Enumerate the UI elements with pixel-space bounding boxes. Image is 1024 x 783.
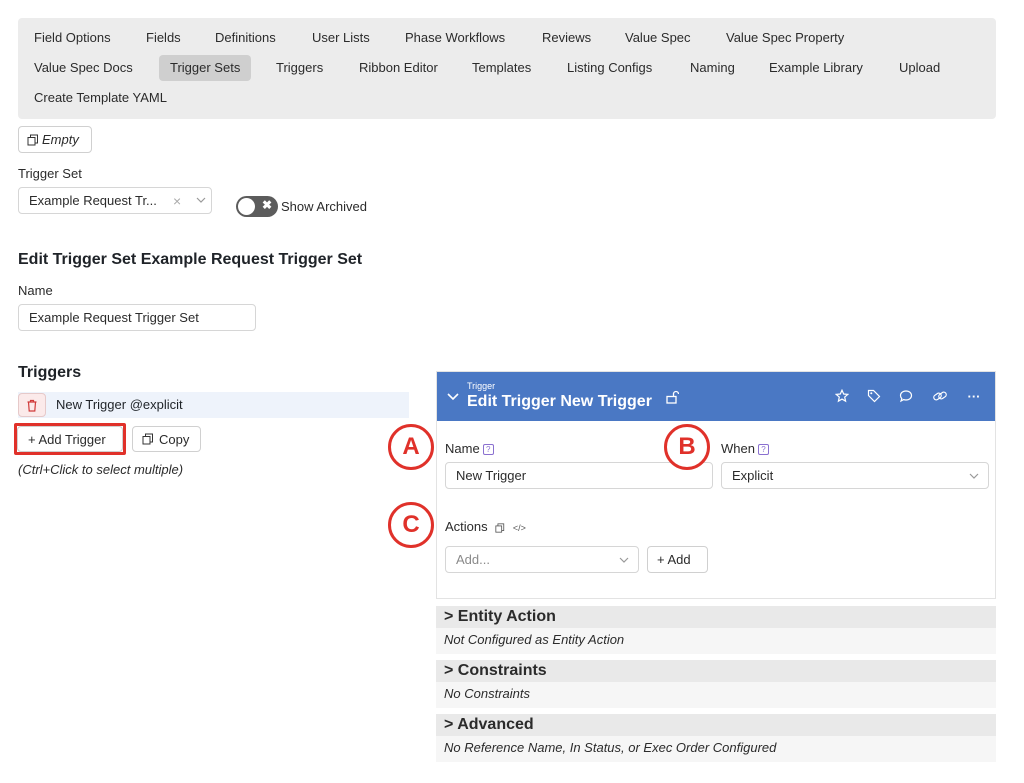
panel-name-label-wrap: Name?	[445, 441, 494, 456]
nav-value-spec[interactable]: Value Spec	[614, 25, 702, 51]
nav-value-spec-docs[interactable]: Value Spec Docs	[23, 55, 144, 81]
copy-button-label: Copy	[159, 431, 190, 447]
help-icon[interactable]: ?	[757, 444, 769, 456]
nav-triggers[interactable]: Triggers	[265, 55, 334, 81]
constraints-subtitle: No Constraints	[436, 682, 996, 708]
trigger-set-select[interactable]: Example Request Tr... ×	[18, 187, 212, 214]
panel-name-label: Name	[445, 441, 480, 456]
show-archived-label: Show Archived	[281, 199, 367, 214]
annotation-badge-a: A	[388, 424, 434, 470]
trigger-set-label: Trigger Set	[18, 166, 82, 181]
trigger-list-item[interactable]: New Trigger @explicit	[18, 392, 409, 418]
more-options-icon[interactable]: ···	[964, 386, 984, 406]
nav-value-spec-property[interactable]: Value Spec Property	[715, 25, 855, 51]
advanced-subtitle: No Reference Name, In Status, or Exec Or…	[436, 736, 996, 762]
chevron-down-icon	[195, 194, 207, 209]
trigger-set-name-input[interactable]: Example Request Trigger Set	[18, 304, 256, 331]
add-action-label: + Add	[657, 552, 691, 567]
entity-action-section: > Entity Action Not Configured as Entity…	[436, 606, 996, 654]
nav-phase-workflows[interactable]: Phase Workflows	[394, 25, 516, 51]
nav-definitions[interactable]: Definitions	[204, 25, 287, 51]
trigger-item-label: New Trigger @explicit	[56, 397, 183, 412]
panel-small-label: Trigger	[467, 381, 496, 391]
nav-trigger-sets[interactable]: Trigger Sets	[159, 55, 252, 81]
copy-button[interactable]: Copy	[132, 426, 201, 452]
trigger-set-value: Example Request Tr...	[29, 193, 157, 208]
delete-trigger-button[interactable]	[18, 393, 46, 417]
triggers-heading: Triggers	[18, 364, 82, 381]
advanced-header[interactable]: > Advanced	[436, 714, 996, 736]
clear-icon[interactable]: ×	[173, 193, 181, 209]
nav-listing-configs[interactable]: Listing Configs	[556, 55, 663, 81]
nav-field-options[interactable]: Field Options	[23, 25, 122, 51]
nav-templates[interactable]: Templates	[461, 55, 542, 81]
nav-fields[interactable]: Fields	[135, 25, 192, 51]
edit-trigger-set-heading: Edit Trigger Set Example Request Trigger…	[18, 251, 363, 268]
advanced-section: > Advanced No Reference Name, In Status,…	[436, 714, 996, 762]
empty-button-label: Empty	[42, 132, 79, 147]
edit-trigger-panel: Trigger Edit Trigger New Trigger ··· Nam…	[436, 371, 996, 599]
entity-action-header[interactable]: > Entity Action	[436, 606, 996, 628]
panel-when-label-wrap: When?	[721, 441, 769, 456]
trigger-name-input[interactable]: New Trigger	[445, 462, 713, 489]
actions-select[interactable]: Add...	[445, 546, 639, 573]
name-label: Name	[18, 283, 53, 298]
copy-icon	[27, 134, 39, 146]
when-value: Explicit	[732, 468, 774, 483]
chevron-down-icon	[968, 470, 980, 482]
copy-icon[interactable]	[495, 522, 505, 533]
link-icon[interactable]	[930, 386, 950, 406]
when-select[interactable]: Explicit	[721, 462, 989, 489]
x-icon: ✖	[261, 198, 272, 212]
tag-icon[interactable]	[864, 386, 884, 406]
trash-icon	[26, 399, 38, 412]
actions-label: Actions	[445, 519, 488, 534]
actions-label-wrap: Actions </>	[445, 519, 526, 534]
panel-title: Edit Trigger New Trigger	[467, 393, 652, 410]
help-icon[interactable]: ?	[482, 444, 494, 456]
top-nav: Field Options Fields Definitions User Li…	[18, 18, 996, 119]
nav-naming[interactable]: Naming	[679, 55, 746, 81]
nav-ribbon-editor[interactable]: Ribbon Editor	[348, 55, 449, 81]
chevron-down-icon	[618, 554, 630, 566]
add-trigger-highlight	[14, 423, 126, 455]
panel-header: Trigger Edit Trigger New Trigger ···	[437, 372, 995, 421]
annotation-badge-b: B	[664, 424, 710, 470]
nav-example-library[interactable]: Example Library	[758, 55, 874, 81]
nav-create-template-yaml[interactable]: Create Template YAML	[23, 85, 178, 111]
actions-placeholder: Add...	[456, 552, 490, 567]
star-icon[interactable]	[832, 386, 852, 406]
show-archived-toggle[interactable]: ✖	[236, 196, 278, 217]
empty-button[interactable]: Empty	[18, 126, 92, 153]
nav-user-lists[interactable]: User Lists	[301, 25, 381, 51]
toggle-knob	[238, 198, 255, 215]
constraints-header[interactable]: > Constraints	[436, 660, 996, 682]
nav-reviews[interactable]: Reviews	[531, 25, 602, 51]
advanced-title: Advanced	[457, 716, 534, 733]
entity-action-subtitle: Not Configured as Entity Action	[436, 628, 996, 654]
add-action-button[interactable]: + Add	[647, 546, 708, 573]
comment-icon[interactable]	[896, 386, 916, 406]
panel-when-label: When	[721, 441, 755, 456]
constraints-title: Constraints	[457, 662, 547, 679]
entity-action-title: Entity Action	[457, 608, 556, 625]
unlock-icon[interactable]	[665, 390, 679, 404]
constraints-section: > Constraints No Constraints	[436, 660, 996, 708]
annotation-badge-c: C	[388, 502, 434, 548]
copy-icon	[142, 433, 154, 445]
nav-upload[interactable]: Upload	[888, 55, 951, 81]
code-icon[interactable]: </>	[513, 523, 526, 533]
multi-select-hint: (Ctrl+Click to select multiple)	[18, 462, 184, 477]
chevron-down-icon[interactable]	[446, 392, 460, 402]
